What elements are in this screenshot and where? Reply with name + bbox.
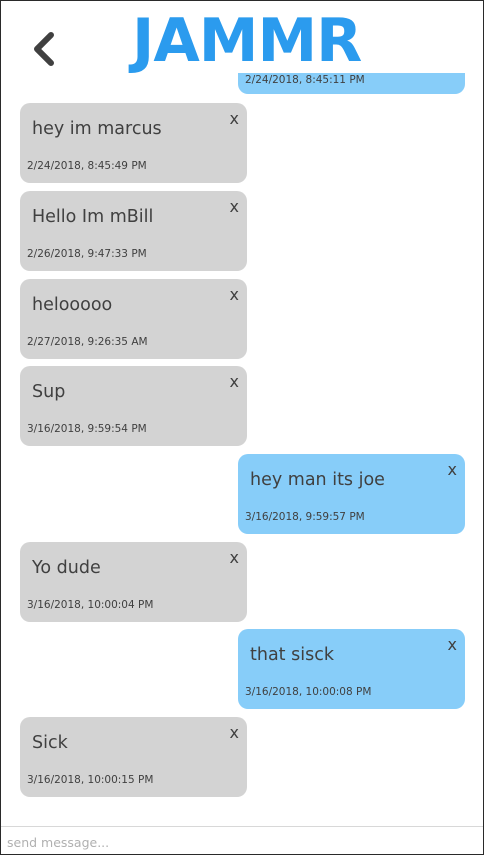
message-text: hey man its joe xyxy=(250,470,385,490)
message-text: Hello Im mBill xyxy=(32,207,154,227)
message-composer xyxy=(1,826,483,854)
message-bubble-received: Yo dude x 3/16/2018, 10:00:04 PM xyxy=(20,542,247,622)
message-bubble-received: helooooo x 2/27/2018, 9:26:35 AM xyxy=(20,279,247,359)
message-timestamp: 3/16/2018, 10:00:15 PM xyxy=(27,774,154,786)
message-timestamp: 3/16/2018, 9:59:57 PM xyxy=(245,511,365,523)
message-bubble-received: Sup x 3/16/2018, 9:59:54 PM xyxy=(20,366,247,446)
delete-message-button[interactable]: x xyxy=(230,548,239,567)
delete-message-button[interactable]: x xyxy=(230,723,239,742)
app-logo: JAMMR xyxy=(132,6,362,76)
message-bubble-received: Hello Im mBill x 2/26/2018, 9:47:33 PM xyxy=(20,191,247,271)
delete-message-button[interactable]: x xyxy=(230,109,239,128)
message-text: Yo dude xyxy=(32,558,101,578)
app-header: JAMMR xyxy=(1,1,483,76)
message-timestamp: 3/16/2018, 10:00:04 PM xyxy=(27,599,154,611)
delete-message-button[interactable]: x xyxy=(448,635,457,654)
chat-window: 2/24/2018, 8:45:11 PM hey im marcus x 2/… xyxy=(0,0,484,855)
message-timestamp: 3/16/2018, 9:59:54 PM xyxy=(27,423,147,435)
message-timestamp: 2/27/2018, 9:26:35 AM xyxy=(27,336,148,348)
delete-message-button[interactable]: x xyxy=(448,460,457,479)
message-bubble-received: hey im marcus x 2/24/2018, 8:45:49 PM xyxy=(20,103,247,183)
message-list[interactable]: 2/24/2018, 8:45:11 PM hey im marcus x 2/… xyxy=(1,1,483,825)
message-bubble-received: Sick x 3/16/2018, 10:00:15 PM xyxy=(20,717,247,797)
delete-message-button[interactable]: x xyxy=(230,372,239,391)
message-timestamp: 2/26/2018, 9:47:33 PM xyxy=(27,248,147,260)
send-message-input[interactable] xyxy=(5,830,479,854)
message-bubble-sent: hey man its joe x 3/16/2018, 9:59:57 PM xyxy=(238,454,465,534)
message-bubble-sent: that sisck x 3/16/2018, 10:00:08 PM xyxy=(238,629,465,709)
message-timestamp: 3/16/2018, 10:00:08 PM xyxy=(245,686,372,698)
message-text: helooooo xyxy=(32,295,113,315)
delete-message-button[interactable]: x xyxy=(230,197,239,216)
chevron-left-icon xyxy=(34,32,54,66)
message-timestamp: 2/24/2018, 8:45:49 PM xyxy=(27,160,147,172)
message-text: hey im marcus xyxy=(32,119,162,139)
message-text: that sisck xyxy=(250,645,334,665)
back-button[interactable] xyxy=(29,29,59,69)
message-text: Sup xyxy=(32,382,66,402)
message-text: Sick xyxy=(32,733,68,753)
delete-message-button[interactable]: x xyxy=(230,285,239,304)
